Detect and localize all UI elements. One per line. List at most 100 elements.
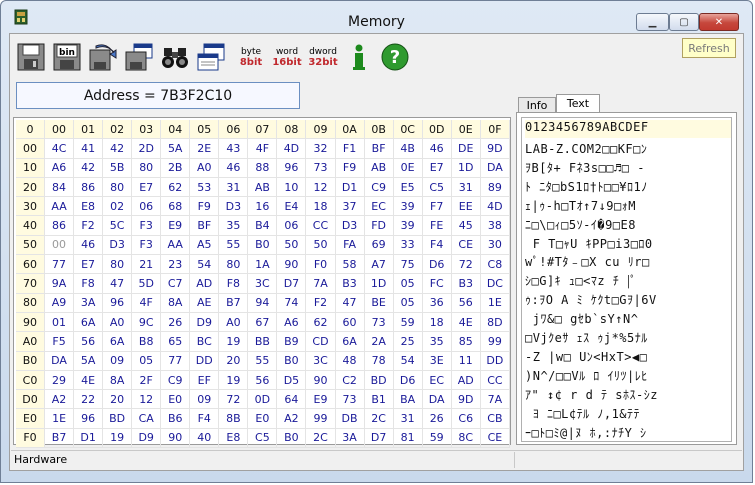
hex-byte-cell[interactable]: 84 <box>44 177 75 198</box>
hex-byte-cell[interactable]: 0D <box>247 389 278 410</box>
hex-byte-cell[interactable]: CA <box>131 408 162 429</box>
hex-byte-cell[interactable]: 5A <box>160 138 191 159</box>
hex-byte-cell[interactable]: 89 <box>480 177 511 198</box>
maximize-button[interactable]: ▢ <box>669 13 699 31</box>
hex-byte-cell[interactable]: 4B <box>393 138 423 159</box>
hex-byte-cell[interactable]: AD <box>189 273 220 294</box>
hex-byte-cell[interactable]: 40 <box>189 428 220 449</box>
hex-byte-cell[interactable]: 37 <box>335 196 365 217</box>
hex-byte-cell[interactable]: C8 <box>480 254 511 275</box>
hex-byte-cell[interactable]: 35 <box>218 215 249 236</box>
hex-byte-cell[interactable]: E5 <box>393 177 423 198</box>
hex-byte-cell[interactable]: 85 <box>451 331 481 352</box>
hex-byte-cell[interactable]: 38 <box>480 215 511 236</box>
hex-byte-cell[interactable]: C9 <box>160 370 191 391</box>
hex-byte-cell[interactable]: 32 <box>305 138 336 159</box>
hex-byte-cell[interactable]: 86 <box>73 177 104 198</box>
hex-byte-cell[interactable]: D1 <box>335 177 365 198</box>
hex-byte-cell[interactable]: 88 <box>247 158 278 178</box>
hex-byte-cell[interactable]: 96 <box>276 158 307 178</box>
hex-byte-cell[interactable]: 31 <box>393 408 423 429</box>
hex-byte-cell[interactable]: 5C <box>102 215 133 236</box>
hex-byte-cell[interactable]: DE <box>451 138 481 159</box>
hex-byte-cell[interactable]: 0E <box>393 158 423 178</box>
hex-byte-cell[interactable]: 29 <box>44 370 75 391</box>
hex-byte-cell[interactable]: 45 <box>451 215 481 236</box>
hex-byte-cell[interactable]: D9 <box>131 428 162 449</box>
hex-byte-cell[interactable]: E7 <box>73 254 104 275</box>
hex-byte-cell[interactable]: 62 <box>305 312 336 333</box>
hex-byte-cell[interactable]: 81 <box>393 428 423 449</box>
hex-byte-cell[interactable]: AA <box>44 196 75 217</box>
hex-byte-cell[interactable]: D7 <box>364 428 394 449</box>
hex-byte-cell[interactable]: A2 <box>276 408 307 429</box>
hex-byte-cell[interactable]: 72 <box>451 254 481 275</box>
hex-byte-cell[interactable]: F5 <box>44 331 75 352</box>
hex-byte-cell[interactable]: 4D <box>480 196 511 217</box>
text-view[interactable]: 0123456789ABCDEF LAB-Z.COM2□□KF□ﾝ ｦB[ﾀ+ F… <box>521 117 732 442</box>
hex-byte-cell[interactable]: 2C <box>364 408 394 429</box>
hex-byte-cell[interactable]: B0 <box>276 428 307 449</box>
hex-byte-cell[interactable]: 00 <box>44 235 75 256</box>
hex-byte-cell[interactable]: A6 <box>276 312 307 333</box>
hex-byte-cell[interactable]: 05 <box>393 273 423 294</box>
hex-byte-cell[interactable]: 46 <box>73 235 104 256</box>
hex-byte-cell[interactable]: 18 <box>305 196 336 217</box>
hex-byte-cell[interactable]: CD <box>305 331 336 352</box>
hex-byte-cell[interactable]: 74 <box>276 293 307 313</box>
hex-byte-cell[interactable]: E0 <box>247 408 278 429</box>
hex-byte-cell[interactable]: 90 <box>160 428 191 449</box>
hex-byte-cell[interactable]: 65 <box>160 331 191 352</box>
hex-byte-cell[interactable]: 68 <box>160 196 191 217</box>
hex-byte-cell[interactable]: F9 <box>335 158 365 178</box>
hex-byte-cell[interactable]: 01 <box>44 312 75 333</box>
hex-byte-cell[interactable]: 4D <box>276 138 307 159</box>
hex-byte-cell[interactable]: 35 <box>422 331 452 352</box>
hex-byte-cell[interactable]: FA <box>335 235 365 256</box>
hex-byte-cell[interactable]: FC <box>422 273 452 294</box>
hex-byte-cell[interactable]: 22 <box>73 389 104 410</box>
help-button[interactable]: ? <box>378 40 412 74</box>
hex-byte-cell[interactable]: 54 <box>393 351 423 371</box>
hex-byte-cell[interactable]: B0 <box>276 351 307 371</box>
hex-byte-cell[interactable]: 19 <box>218 331 249 352</box>
hex-byte-cell[interactable]: 06 <box>276 215 307 236</box>
hex-byte-cell[interactable]: 47 <box>102 273 133 294</box>
hex-byte-cell[interactable]: 30 <box>480 235 511 256</box>
hex-byte-cell[interactable]: B1 <box>364 389 394 410</box>
hex-byte-cell[interactable]: F2 <box>73 215 104 236</box>
hex-byte-cell[interactable]: F4 <box>189 408 220 429</box>
hex-byte-cell[interactable]: 3C <box>305 351 336 371</box>
hex-byte-cell[interactable]: A6 <box>44 158 75 178</box>
hex-byte-cell[interactable]: 62 <box>160 177 191 198</box>
hex-byte-cell[interactable]: AA <box>160 235 191 256</box>
hex-byte-cell[interactable]: 09 <box>102 351 133 371</box>
hex-byte-cell[interactable]: 6A <box>335 331 365 352</box>
hex-byte-cell[interactable]: E8 <box>218 428 249 449</box>
hex-byte-cell[interactable]: 59 <box>422 428 452 449</box>
hex-byte-cell[interactable]: 58 <box>335 254 365 275</box>
hex-byte-cell[interactable]: 06 <box>131 196 162 217</box>
hex-byte-cell[interactable]: CE <box>480 428 511 449</box>
hex-byte-cell[interactable]: F3 <box>131 235 162 256</box>
hex-byte-cell[interactable]: 90 <box>305 370 336 391</box>
hex-byte-cell[interactable]: 4F <box>131 293 162 313</box>
hex-byte-cell[interactable]: E0 <box>160 389 191 410</box>
dword-mode-button[interactable]: dword 32bit <box>306 40 340 74</box>
hex-byte-cell[interactable]: A0 <box>102 312 133 333</box>
hex-byte-cell[interactable]: 3C <box>247 273 278 294</box>
tab-text[interactable]: Text <box>556 94 600 112</box>
hex-byte-cell[interactable]: 31 <box>218 177 249 198</box>
find-button[interactable] <box>158 40 192 74</box>
hex-byte-cell[interactable]: 5D <box>131 273 162 294</box>
hex-byte-cell[interactable]: AB <box>247 177 278 198</box>
hex-byte-cell[interactable]: C9 <box>364 177 394 198</box>
hex-byte-cell[interactable]: B6 <box>160 408 191 429</box>
hex-byte-cell[interactable]: B3 <box>451 273 481 294</box>
hex-byte-cell[interactable]: 96 <box>102 293 133 313</box>
hex-byte-cell[interactable]: 6A <box>73 312 104 333</box>
hex-byte-cell[interactable]: 8D <box>480 312 511 333</box>
hex-byte-cell[interactable]: 8A <box>160 293 191 313</box>
hex-byte-cell[interactable]: 2A <box>364 331 394 352</box>
refresh-button[interactable]: Refresh <box>682 38 736 58</box>
